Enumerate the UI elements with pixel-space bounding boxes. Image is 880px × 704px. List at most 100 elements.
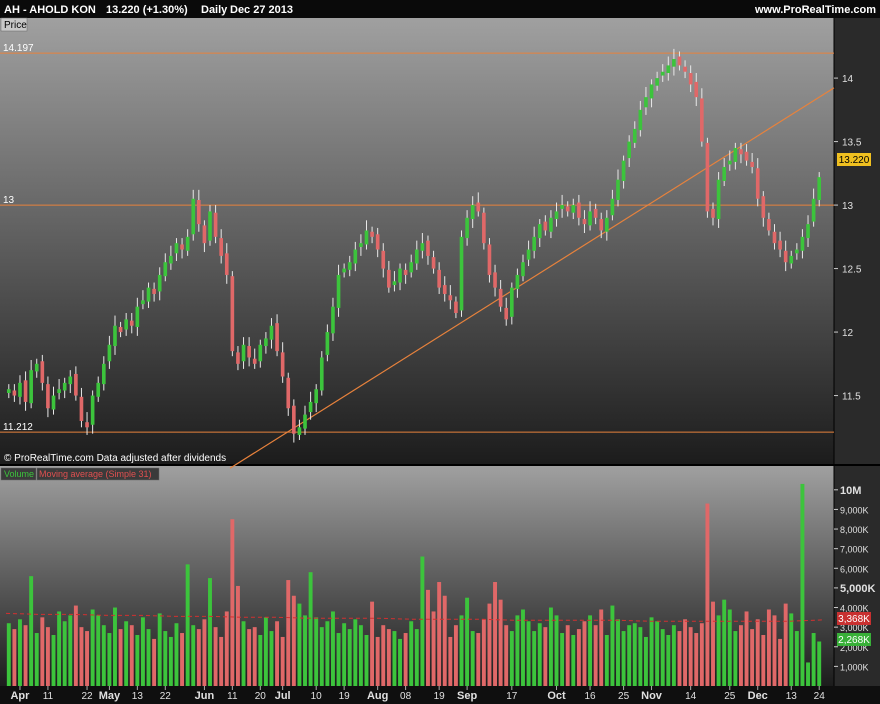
volume-bar xyxy=(755,619,760,686)
date-tick-label: 24 xyxy=(814,691,826,702)
volume-bar xyxy=(90,609,95,686)
candle xyxy=(409,262,414,273)
candle xyxy=(795,249,799,254)
candle xyxy=(722,166,727,181)
volume-bar xyxy=(761,634,766,686)
candle xyxy=(817,177,822,200)
candle xyxy=(437,269,441,288)
candle xyxy=(526,249,531,260)
candle xyxy=(359,243,363,247)
candle xyxy=(442,285,447,294)
volume-bar xyxy=(57,611,62,686)
volume-tick-label: 5,000K xyxy=(840,583,876,595)
volume-bar xyxy=(476,633,481,686)
candle xyxy=(34,363,39,372)
candle xyxy=(487,244,492,275)
volume-bar xyxy=(347,629,352,686)
date-tick-label: 13 xyxy=(132,691,144,702)
volume-bar xyxy=(124,621,129,686)
volume-bar xyxy=(403,633,408,686)
volume-bar xyxy=(191,625,196,686)
volume-bar xyxy=(817,641,822,686)
volume-bar xyxy=(632,623,637,686)
price-tick-label: 13 xyxy=(842,201,854,212)
volume-bar xyxy=(722,599,727,686)
volume-bar xyxy=(604,634,609,686)
candle xyxy=(6,389,11,394)
volume-bar xyxy=(470,631,475,686)
price-tick-label: 12 xyxy=(842,328,854,339)
volume-bar xyxy=(509,631,514,686)
price-tick-label: 13.5 xyxy=(842,138,862,149)
volume-bar xyxy=(286,580,291,686)
date-tick-label: 17 xyxy=(506,691,518,702)
volume-bar xyxy=(465,597,470,686)
header-date: Dec 27 2013 xyxy=(230,4,293,16)
volume-bar xyxy=(627,625,632,686)
volume-bar xyxy=(649,617,654,686)
ma-legend: Moving average (Simple 31) xyxy=(39,469,152,479)
volume-bar xyxy=(655,621,660,686)
candle xyxy=(152,288,156,294)
volume-bar xyxy=(135,634,140,686)
candle xyxy=(577,202,581,218)
header-site: www.ProRealTime.com xyxy=(754,4,876,16)
candle xyxy=(683,66,687,72)
candle xyxy=(79,396,84,421)
volume-bar xyxy=(386,629,391,686)
volume-bar xyxy=(431,611,436,686)
candle xyxy=(303,414,307,429)
volume-bar xyxy=(778,638,783,686)
candle xyxy=(811,198,816,222)
candle xyxy=(493,272,497,288)
candle xyxy=(694,81,699,98)
volume-bar xyxy=(789,613,794,686)
volume-bar xyxy=(571,634,576,686)
candle xyxy=(504,307,509,320)
candle xyxy=(705,142,710,212)
volume-bar xyxy=(275,621,280,686)
candle xyxy=(308,401,313,413)
candle xyxy=(649,84,654,99)
volume-bar xyxy=(358,625,363,686)
volume-bar xyxy=(699,623,704,686)
candle xyxy=(197,200,201,225)
volume-bar xyxy=(543,627,548,686)
price-tick-label: 14 xyxy=(842,74,854,85)
candle xyxy=(560,205,564,209)
date-tick-label: 11 xyxy=(43,691,54,702)
candle xyxy=(521,262,525,277)
header-symbol: AH - AHOLD KON xyxy=(4,4,96,16)
candle xyxy=(554,211,559,220)
volume-bar xyxy=(163,631,168,686)
candle xyxy=(213,212,218,237)
candle xyxy=(750,161,754,167)
candle xyxy=(141,300,145,305)
candle xyxy=(571,205,576,213)
date-tick-label: 22 xyxy=(81,691,93,702)
volume-bar xyxy=(448,636,453,686)
volume-bar xyxy=(196,629,201,686)
candle xyxy=(515,274,520,289)
volume-bar xyxy=(29,576,34,686)
volume-bar xyxy=(532,631,537,686)
horizontal-line-label: 13 xyxy=(3,195,15,206)
volume-bar xyxy=(638,627,643,686)
volume-bar xyxy=(806,662,810,686)
candle xyxy=(191,198,196,235)
candle xyxy=(426,240,430,256)
candle xyxy=(202,225,207,244)
volume-bar xyxy=(711,601,715,686)
candle xyxy=(454,301,458,314)
price-tick-label: 11.5 xyxy=(842,392,861,403)
date-tick-label: 20 xyxy=(255,691,267,702)
candle xyxy=(392,281,397,286)
volume-bar xyxy=(291,595,296,686)
volume-bar xyxy=(51,634,56,686)
volume-bar xyxy=(593,625,598,686)
volume-bar xyxy=(280,636,285,686)
date-tick-label: 11 xyxy=(227,691,238,702)
volume-bar xyxy=(107,633,112,686)
volume-bar xyxy=(241,621,246,686)
candle xyxy=(470,205,475,220)
